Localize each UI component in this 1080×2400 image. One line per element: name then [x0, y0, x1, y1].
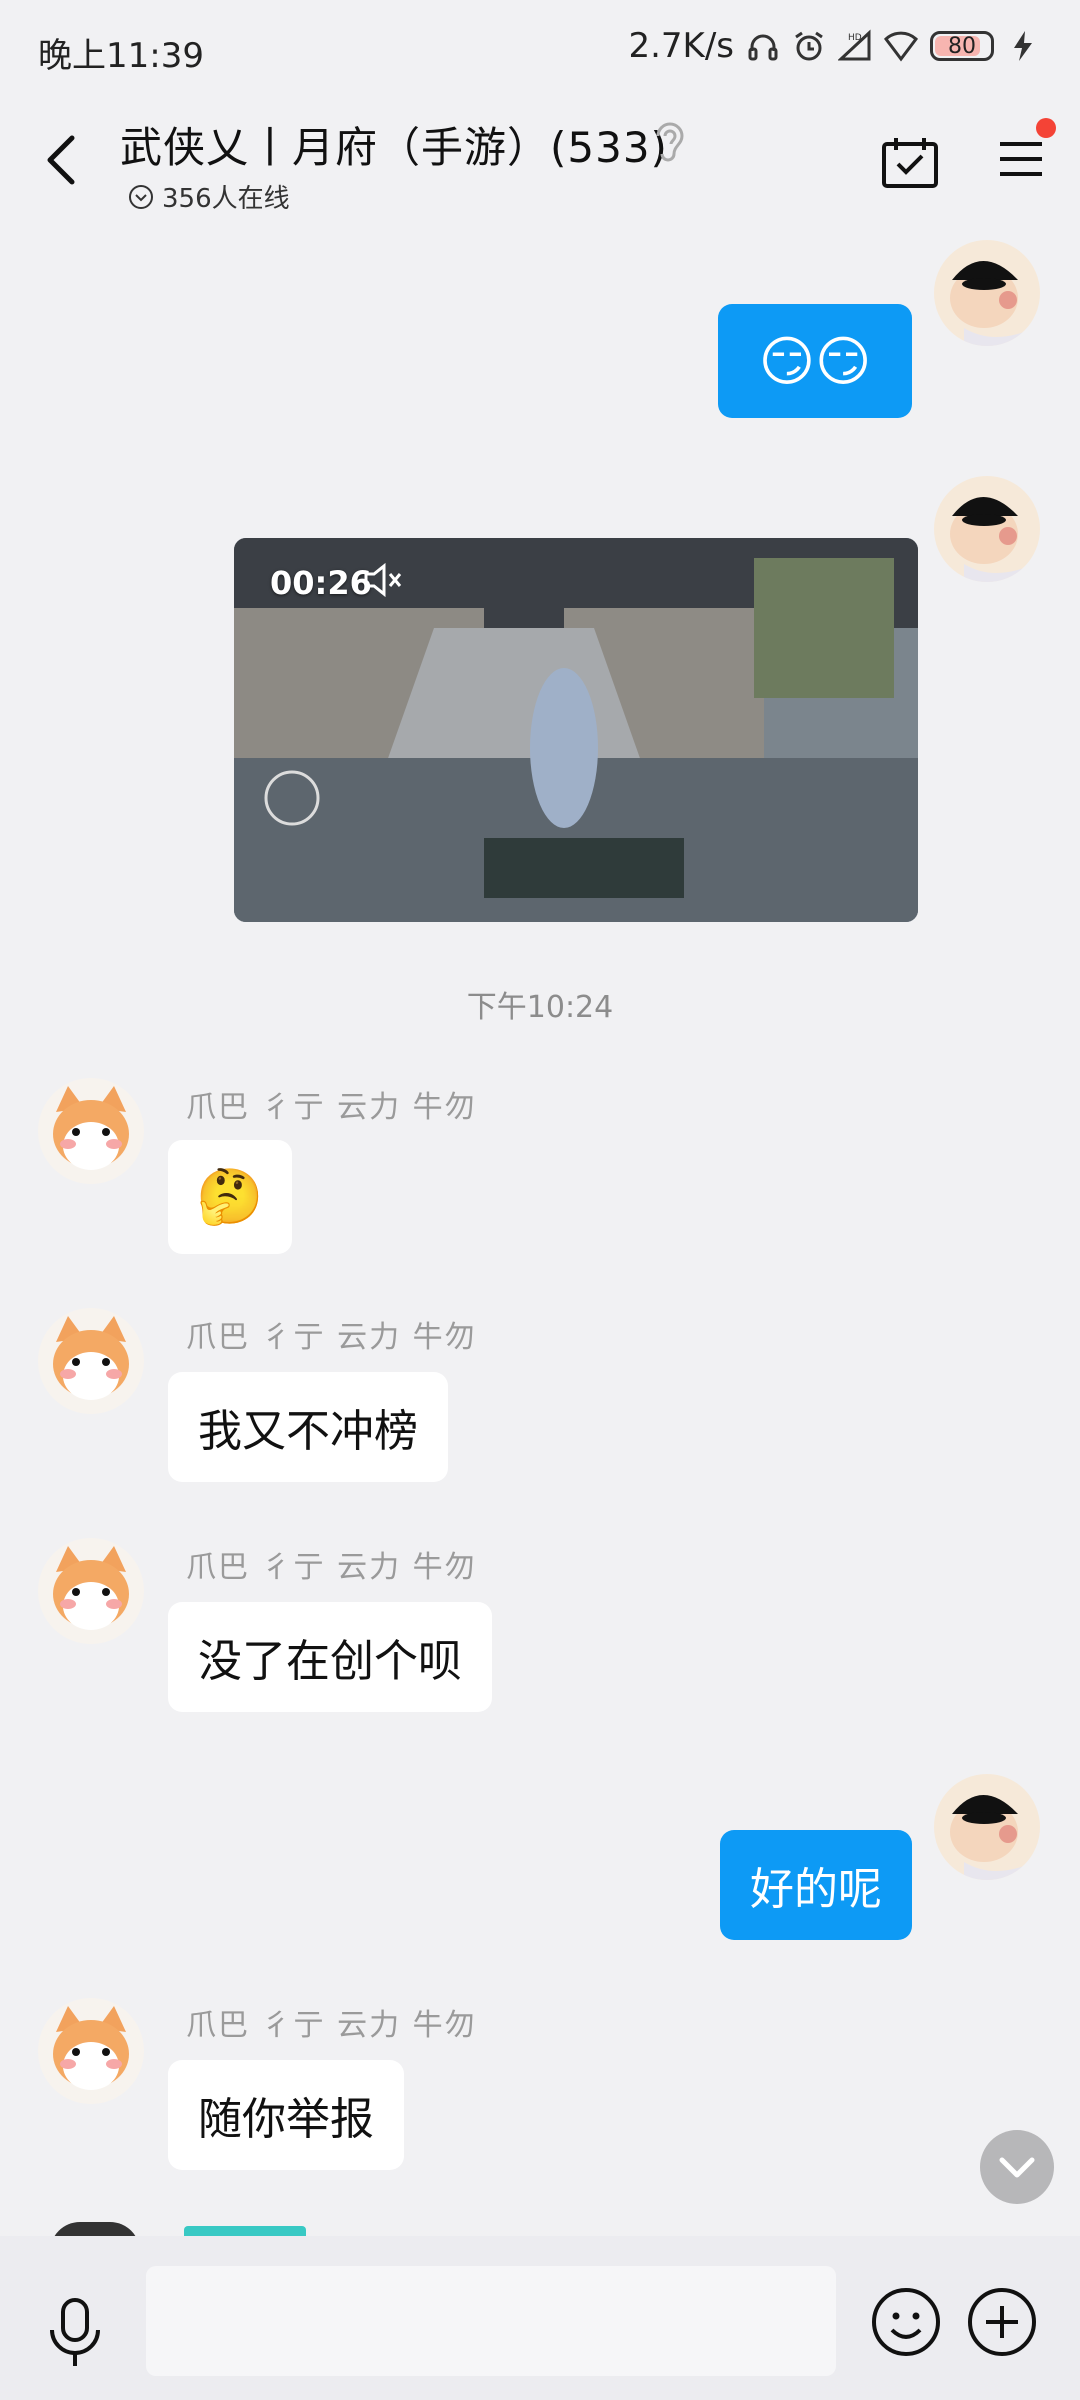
chat-header: 武侠乂丨月府（手游）(533) 356人在线	[0, 96, 1080, 226]
text-bubble-other[interactable]: 没了在创个呗	[168, 1602, 492, 1712]
microphone-icon[interactable]	[44, 2296, 106, 2368]
sender-nickname: 爪巴 彳亍 云力 牛勿	[186, 1090, 477, 1125]
scroll-down-button[interactable]	[980, 2130, 1054, 2204]
chevron-down-icon	[999, 2157, 1035, 2178]
alarm-icon	[795, 31, 823, 61]
online-text: 356人在线	[162, 184, 290, 214]
hd-label: HD	[848, 33, 862, 43]
text-bubble-other[interactable]: 我又不冲榜	[168, 1372, 448, 1482]
avatar-image	[934, 240, 1040, 346]
avatar-image	[38, 1998, 144, 2104]
shiba-avatar[interactable]	[38, 1308, 144, 1414]
status-bar: 晚上11:39 2.7K/s HD 80	[0, 0, 1080, 96]
group-title[interactable]: 武侠乂丨月府（手游）(533)	[120, 114, 668, 175]
avatar-image	[38, 1308, 144, 1414]
next-message-peek	[0, 2222, 1080, 2236]
shiba-avatar[interactable]	[38, 1078, 144, 1184]
online-count[interactable]: 356人在线	[128, 178, 290, 215]
battery-level: 80	[948, 33, 976, 59]
emoji-content: 😏😏	[758, 329, 872, 393]
text-bubble-self[interactable]: 好的呢	[720, 1830, 912, 1940]
avatar-image	[38, 1538, 144, 1644]
message-text: 好的呢	[750, 1864, 882, 1915]
avatar-image	[38, 1078, 144, 1184]
sender-nickname: 爪巴 彳亍 云力 牛勿	[186, 2008, 477, 2043]
avatar-image	[934, 1774, 1040, 1880]
message-list[interactable]: 😏😏 00:26 下午10:24 爪巴 彳亍 云力 牛勿 🤔 爪巴 彳亍 云力 …	[0, 226, 1080, 2236]
status-time: 晚上11:39	[38, 36, 204, 76]
sender-nickname: 爪巴 彳亍 云力 牛勿	[186, 1550, 477, 1585]
self-avatar[interactable]	[934, 476, 1040, 582]
emoji-bubble-other[interactable]: 🤔	[168, 1140, 292, 1254]
message-input[interactable]	[146, 2266, 836, 2376]
emoji-bubble-self[interactable]: 😏😏	[718, 304, 912, 418]
menu-icon[interactable]	[996, 136, 1046, 182]
chevron-circle-icon	[129, 184, 153, 209]
ear-icon[interactable]	[650, 118, 690, 164]
battery-icon: 80	[930, 31, 994, 61]
wifi-icon	[884, 31, 918, 62]
emoji-content: 🤔	[196, 1165, 264, 1228]
message-text: 没了在创个呗	[198, 1636, 462, 1687]
plus-icon[interactable]	[966, 2286, 1038, 2358]
network-speed: 2.7K/s	[628, 26, 734, 66]
smiley-icon[interactable]	[870, 2286, 942, 2358]
self-avatar[interactable]	[934, 1774, 1040, 1880]
video-message[interactable]: 00:26	[234, 538, 918, 922]
calendar-check-icon[interactable]	[880, 134, 940, 190]
video-duration: 00:26	[270, 564, 372, 602]
notification-badge	[1036, 118, 1056, 138]
headphone-icon	[748, 34, 778, 61]
input-bar	[0, 2236, 1080, 2400]
charging-icon	[1014, 31, 1032, 61]
shiba-avatar[interactable]	[38, 1998, 144, 2104]
text-bubble-other[interactable]: 随你举报	[168, 2060, 404, 2170]
avatar-image	[934, 476, 1040, 582]
shiba-avatar[interactable]	[38, 1538, 144, 1644]
signal-icon: HD	[838, 29, 871, 61]
back-arrow-icon[interactable]	[34, 130, 90, 190]
timestamp: 下午10:24	[466, 990, 614, 1025]
status-icons: 2.7K/s HD 80	[628, 26, 1040, 66]
sender-nickname: 爪巴 彳亍 云力 牛勿	[186, 1320, 477, 1355]
mute-icon[interactable]	[362, 562, 402, 598]
message-text: 随你举报	[198, 2094, 374, 2145]
self-avatar[interactable]	[934, 240, 1040, 346]
message-text: 我又不冲榜	[198, 1406, 418, 1457]
